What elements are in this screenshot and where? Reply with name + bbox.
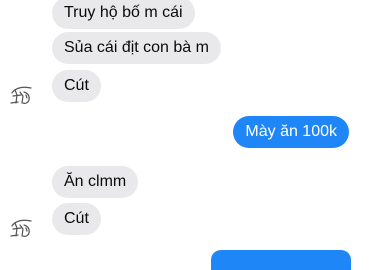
message-bubble-received[interactable]: Cút [52,70,101,102]
message-bubble-received[interactable]: Cút [52,203,101,235]
message-bubble-received[interactable]: Truy hộ bố m cái [52,0,195,29]
message-bubble-sent[interactable] [211,250,351,270]
sketch-avatar-icon[interactable] [9,217,35,239]
message-bubble-sent[interactable]: Mày ăn 100k [233,116,349,148]
message-bubble-received[interactable]: Ăn clmm [52,166,139,198]
message-bubble-received[interactable]: Sủa cái địt con bà m [52,32,221,64]
sketch-avatar-icon[interactable] [9,84,35,106]
